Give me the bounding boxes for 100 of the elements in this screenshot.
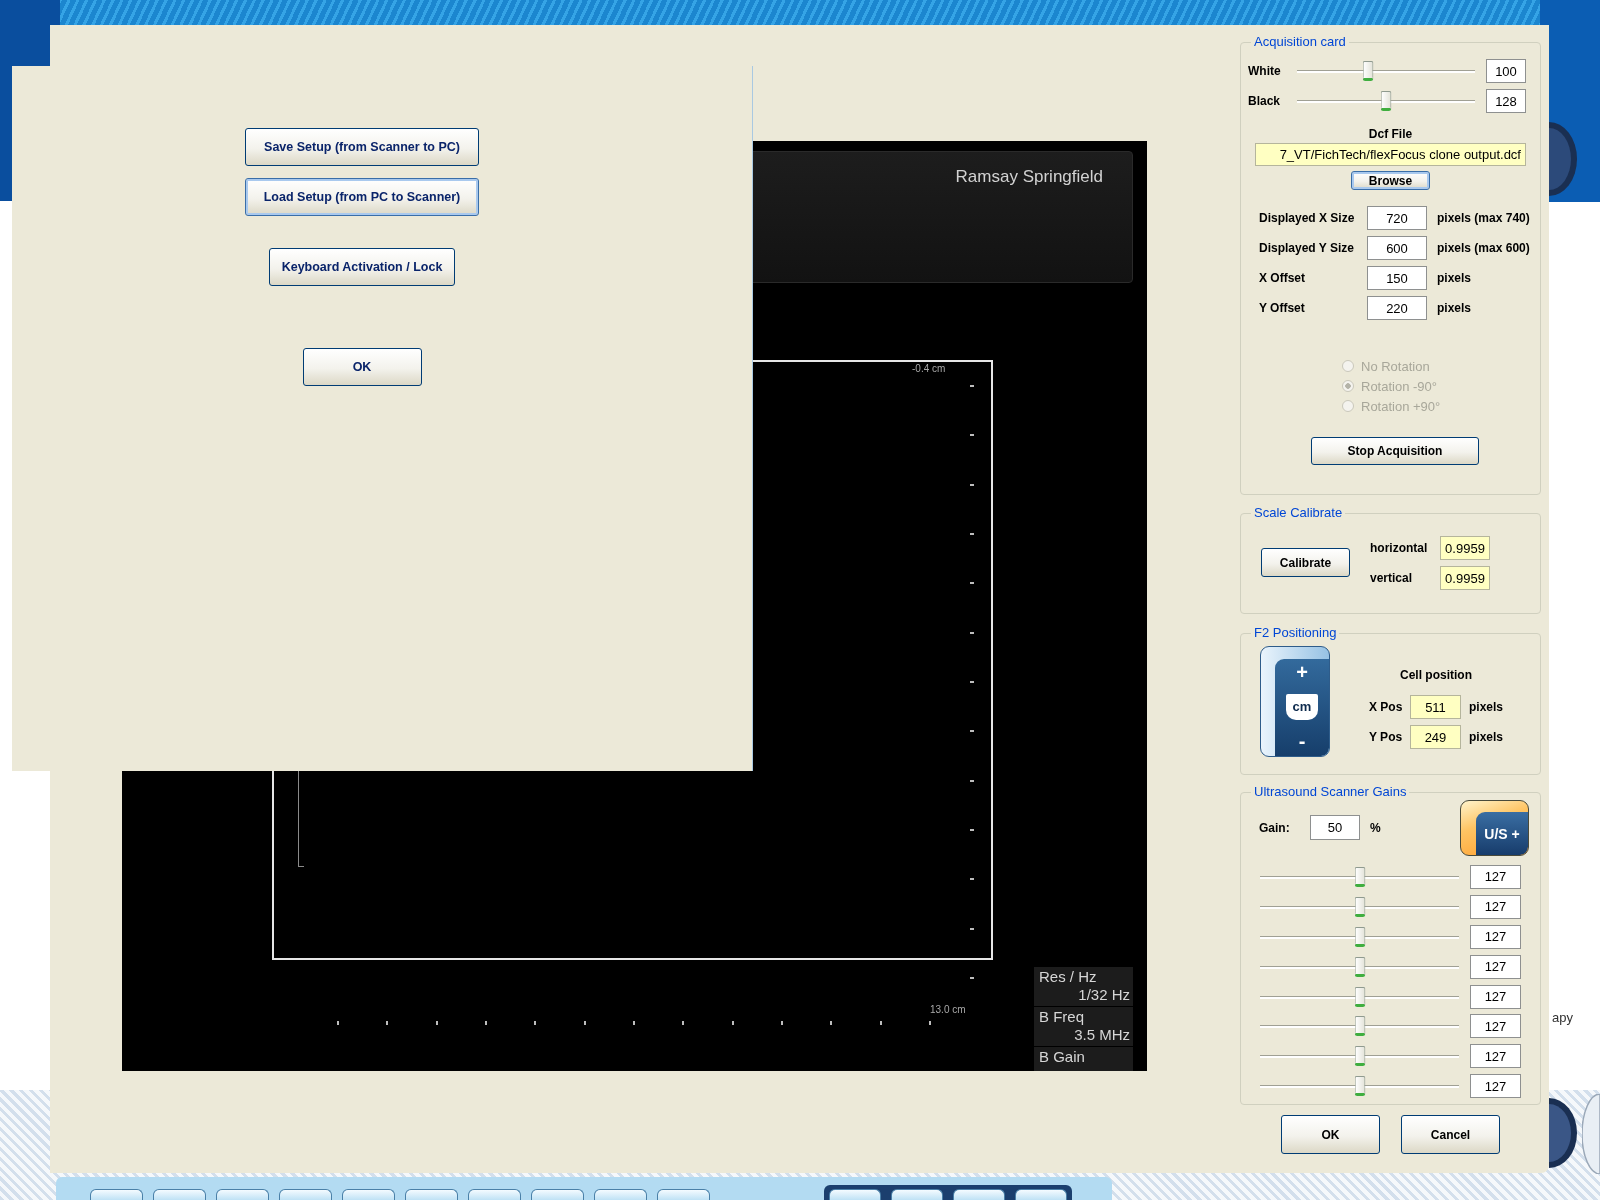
slider-thumb[interactable] [1354,866,1365,887]
value-field[interactable]: 0.9959 [1440,536,1490,560]
value-field[interactable]: 511 [1410,695,1461,719]
slider-thumb[interactable] [1354,1076,1365,1097]
radio-label: Rotation +90° [1361,398,1441,414]
scale-tick [534,1021,537,1025]
radio-label: Rotation -90° [1361,378,1438,394]
scale-tick [970,730,974,733]
header-text: Ramsay Springfield [955,167,1103,187]
scale-tick [970,878,974,881]
value-field[interactable]: 127 [1470,1044,1521,1069]
depth-control-button[interactable]: + cm - [1260,646,1330,757]
value-field[interactable]: 220 [1367,296,1427,320]
value-field[interactable]: 127 [1470,1014,1521,1039]
scale-tick [970,385,974,387]
taskbar-button[interactable] [90,1189,143,1200]
slider-thumb[interactable] [1354,926,1365,947]
taskbar-button[interactable] [342,1189,395,1200]
slider-thumb[interactable] [1354,1046,1365,1067]
scale-tick [928,1021,931,1025]
scale-tick [970,631,974,634]
taskbar-button[interactable] [279,1189,332,1200]
scale-tick [337,1021,339,1025]
value-field[interactable]: 127 [1470,864,1521,889]
section-label: Cell position [1400,667,1472,683]
scale-tick [970,532,974,535]
field-label: vertical [1370,571,1414,585]
value-field[interactable]: 249 [1410,725,1461,749]
field-label: X Offset [1259,271,1306,285]
unit-label: pixels [1437,271,1472,285]
taskbar-button[interactable] [891,1189,943,1200]
field-label: X Pos [1369,700,1404,714]
taskbar-button[interactable] [216,1189,269,1200]
ultrasound-button[interactable]: U/S + [1460,800,1529,856]
value-field[interactable]: 100 [1486,59,1526,83]
taskbar-button[interactable] [153,1189,206,1200]
background-text: apy [1552,1010,1573,1025]
round-button-icon [1549,1098,1577,1168]
unit-label: pixels [1469,700,1504,714]
field-label: Displayed X Size [1259,211,1356,225]
taskbar-button[interactable] [468,1189,521,1200]
scale-tick [970,779,974,782]
taskbar-button[interactable] [405,1189,458,1200]
value-field[interactable]: 0.9959 [1440,566,1490,590]
scale-tick [632,1021,635,1025]
round-button-icon [1549,122,1577,196]
scale-tick [970,927,974,930]
save-setup-button[interactable]: Save Setup (from Scanner to PC) [245,128,479,166]
scale-tick [970,680,974,683]
load-setup-button[interactable]: Load Setup (from PC to Scanner) [244,178,480,216]
slider-thumb[interactable] [1354,956,1365,977]
browse-button[interactable]: Browse [1351,171,1430,190]
scale-tick [583,1021,586,1025]
slider-thumb[interactable] [1354,1016,1365,1037]
stop-acquisition-button[interactable]: Stop Acquisition [1311,437,1479,465]
scale-tick [970,483,974,486]
field-label: Y Offset [1259,301,1306,315]
slider-thumb[interactable] [1354,986,1365,1007]
value-field[interactable]: 128 [1486,89,1526,113]
value-field[interactable]: 127 [1470,894,1521,919]
slider-thumb[interactable] [1362,61,1374,81]
value-field[interactable]: 50 [1310,815,1360,840]
taskbar-button[interactable] [1015,1189,1067,1200]
readout-value: 1/32 Hz [1078,986,1130,1004]
scale-tick [682,1021,685,1025]
value-field[interactable]: 150 [1367,266,1427,290]
scale-tick [830,1021,833,1025]
readout-label: Res / Hz [1039,968,1097,986]
ok-button[interactable]: OK [302,348,422,386]
scale-tick [970,582,974,585]
field-label: White [1248,64,1282,78]
value-field[interactable]: 720 [1367,206,1427,230]
field-label: Gain: [1259,820,1291,835]
value-field[interactable]: 127 [1470,954,1521,979]
value-field[interactable]: 127 [1470,1074,1521,1099]
value-field[interactable]: 127 [1470,924,1521,949]
scale-tick [970,434,974,437]
taskbar-button[interactable] [829,1189,881,1200]
scale-tick [970,976,974,979]
keyboard-lock-button[interactable]: Keyboard Activation / Lock [268,248,456,286]
unit-label: pixels [1469,730,1504,744]
calibrate-button[interactable]: Calibrate [1261,548,1350,577]
field-label: horizontal [1370,541,1429,555]
round-button-icon [1582,1094,1600,1174]
value-field[interactable]: 127 [1470,984,1521,1009]
cancel-button[interactable]: Cancel [1401,1115,1500,1154]
unit-label: pixels (max 600) [1437,241,1530,255]
file-path-field[interactable]: 7_VT/FichTech/flexFocus clone output.dcf [1255,143,1526,166]
taskbar-button[interactable] [594,1189,647,1200]
taskbar-button[interactable] [953,1189,1005,1200]
field-label: Y Pos [1369,730,1404,744]
slider-thumb[interactable] [1354,896,1365,917]
scale-tick [879,1021,882,1025]
radio-label: No Rotation [1361,358,1430,374]
taskbar-button[interactable] [657,1189,710,1200]
ok-button[interactable]: OK [1281,1115,1380,1154]
value-field[interactable]: 600 [1367,236,1427,260]
taskbar-button[interactable] [531,1189,584,1200]
depth-label: -0.4 cm [912,363,946,374]
slider-thumb[interactable] [1380,91,1392,111]
